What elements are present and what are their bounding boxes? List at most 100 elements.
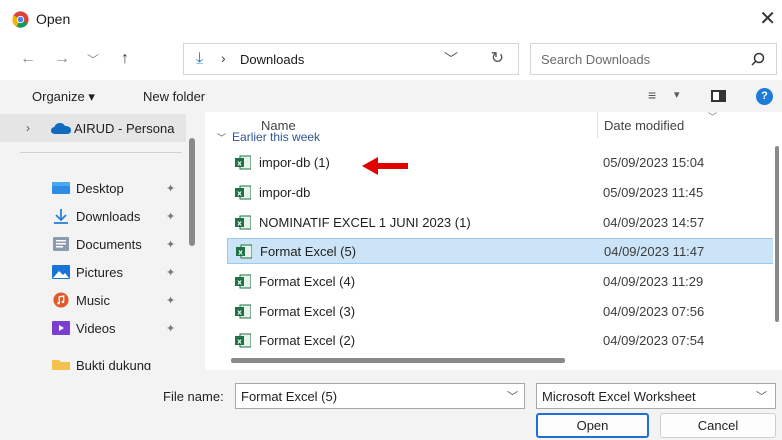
column-header-date-modified[interactable]: Date modified [604,118,684,133]
cancel-button[interactable]: Cancel [660,413,776,438]
open-button[interactable]: Open [536,413,649,438]
onedrive-cloud-icon [51,123,71,134]
up-folder-button[interactable]: ↑ [113,47,137,71]
sidebar-item-desktop[interactable]: Desktop ✦ [0,174,186,202]
breadcrumb-downloads[interactable]: Downloads [240,52,304,67]
videos-icon [52,321,70,335]
chrome-icon [12,11,29,28]
pictures-icon [52,265,70,279]
sidebar-item-label: Downloads [76,208,141,224]
excel-file-icon: x [235,304,251,319]
file-date: 04/09/2023 11:29 [603,274,704,289]
folder-icon [52,360,70,370]
svg-text:x: x [237,337,242,345]
excel-file-icon: x [235,185,251,200]
file-date: 04/09/2023 14:57 [603,215,705,230]
help-icon[interactable]: ? [756,88,773,105]
file-date: 04/09/2023 07:56 [603,304,705,319]
svg-text:x: x [237,278,242,286]
address-dropdown-button[interactable]: ﹀ [444,49,458,69]
file-name: impor-db [259,185,311,200]
file-row[interactable]: x NOMINATIF EXCEL 1 JUNI 2023 (1) 04/09/… [227,210,775,236]
navigation-pane: › AIRUD - Persona Desktop ✦ Downloads ✦ … [0,112,200,370]
file-row[interactable]: x impor-db (1) 05/09/2023 15:04 [227,150,775,176]
refresh-button[interactable]: ↻ [491,48,504,68]
file-row-selected[interactable]: x Format Excel (5) 04/09/2023 11:47 [227,238,775,264]
sidebar-divider [20,152,182,153]
back-button[interactable]: ← [16,47,40,71]
sidebar-item-label: Documents [76,236,142,252]
chevron-down-icon[interactable]: ﹀ [507,388,518,404]
download-icon: ⤓ [196,50,204,67]
file-row[interactable]: x Format Excel (2) 04/09/2023 07:54 [227,328,775,354]
file-row[interactable]: x Format Excel (3) 04/09/2023 07:56 [227,299,775,325]
window-title: Open [36,11,71,27]
vertical-scrollbar[interactable] [773,112,782,370]
file-date: 04/09/2023 11:47 [604,244,705,259]
sidebar-item-label: Music [76,292,110,308]
pin-icon: ✦ [166,238,176,251]
file-type-select[interactable]: Microsoft Excel Worksheet ﹀ [536,383,776,409]
file-row[interactable]: x impor-db 05/09/2023 11:45 [227,180,775,206]
svg-text:x: x [237,159,242,167]
download-icon [54,209,68,224]
dialog-footer: File name: Format Excel (5) ﹀ Microsoft … [0,370,782,440]
sidebar-item-downloads[interactable]: Downloads ✦ [0,202,186,230]
navigation-bar: ← → ﹀ ↑ ⤓ › Downloads ﹀ ↻ Search Downloa… [0,38,782,80]
forward-button[interactable]: → [50,47,74,71]
file-list: ﹀ Name Date modified ﹀ Earlier this week … [205,112,775,370]
title-bar: Open ✕ [0,0,782,38]
pin-icon: ✦ [166,210,176,223]
file-date: 05/09/2023 15:04 [603,155,705,170]
file-name: Format Excel (5) [260,244,357,259]
sidebar-item-label: Videos [76,320,116,336]
excel-file-icon: x [235,155,251,170]
sidebar-item-onedrive[interactable]: › AIRUD - Persona [0,114,186,142]
desktop-icon [52,182,70,194]
sidebar-item-pictures[interactable]: Pictures ✦ [0,258,186,286]
view-options-dropdown[interactable]: ▾ [674,88,680,101]
file-name-label: File name: [163,389,224,404]
svg-text:x: x [237,219,242,227]
svg-text:x: x [238,248,243,256]
command-toolbar: Organize ▾ New folder ≡ ▾ ? [0,80,782,112]
sidebar-item-documents[interactable]: Documents ✦ [0,230,186,258]
sidebar-item-bukti-dukung[interactable]: Bukti dukung [0,351,186,370]
chevron-right-icon: › [26,121,30,135]
recent-locations-button[interactable]: ﹀ [81,47,105,71]
file-name-value: Format Excel (5) [241,389,338,404]
file-name: impor-db (1) [259,155,330,170]
file-row[interactable]: x Format Excel (4) 04/09/2023 11:29 [227,269,775,295]
file-date: 05/09/2023 11:45 [603,185,704,200]
excel-file-icon: x [235,215,251,230]
sidebar-item-music[interactable]: Music ✦ [0,286,186,314]
pin-icon: ✦ [166,266,176,279]
sidebar-item-label: Pictures [76,264,123,280]
sort-indicator-icon: ﹀ [708,112,718,122]
search-icon [751,52,765,66]
pin-icon: ✦ [166,294,176,307]
sidebar-item-label: Bukti dukung [76,357,152,371]
view-options-icon[interactable]: ≡ [648,87,656,103]
music-icon [53,292,69,308]
pin-icon: ✦ [166,322,176,335]
chevron-down-icon: ﹀ [756,391,767,403]
column-divider[interactable] [597,112,598,138]
preview-pane-icon[interactable] [711,90,726,102]
file-date: 04/09/2023 07:54 [603,333,705,348]
chevron-down-icon: ﹀ [217,133,227,143]
group-header[interactable]: ﹀ Earlier this week [217,130,320,144]
sidebar-item-label: AIRUD - Persona [74,120,175,136]
address-bar[interactable]: ⤓ › Downloads ﹀ ↻ [183,43,519,75]
file-name-field[interactable]: Format Excel (5) ﹀ [235,383,525,409]
sidebar-item-label: Desktop [76,180,124,196]
file-name: NOMINATIF EXCEL 1 JUNI 2023 (1) [259,215,471,230]
new-folder-button[interactable]: New folder [143,89,205,104]
horizontal-scrollbar[interactable] [231,358,565,363]
search-input[interactable]: Search Downloads [530,43,777,75]
close-button[interactable]: ✕ [759,7,776,31]
organize-button[interactable]: Organize ▾ [32,89,95,105]
svg-text:x: x [237,189,242,197]
sidebar-scrollbar[interactable] [189,138,195,246]
sidebar-item-videos[interactable]: Videos ✦ [0,314,186,342]
